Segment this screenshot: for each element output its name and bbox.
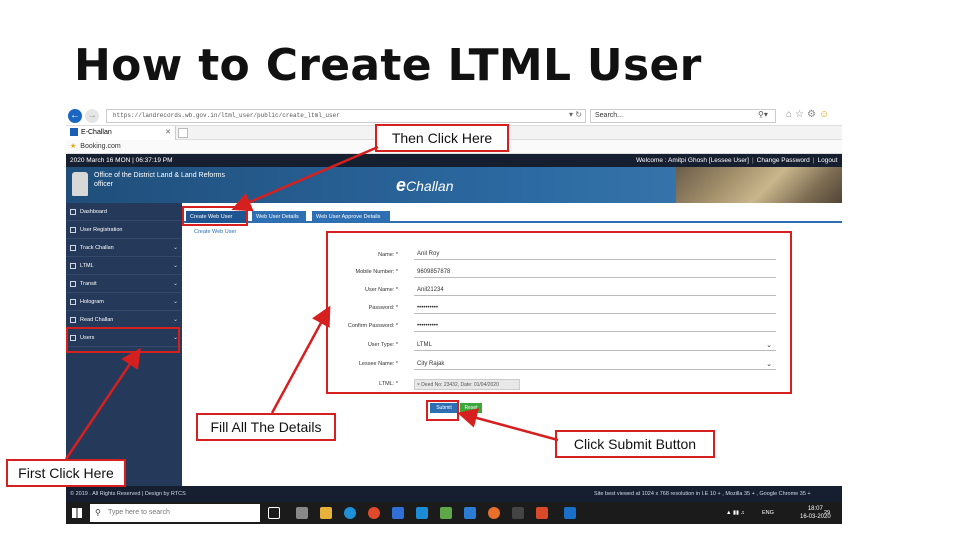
star-icon[interactable]: ☆ — [795, 109, 807, 120]
chevron-down-icon: ⌄ — [172, 281, 178, 287]
sidebar-item-user-registration[interactable]: User Registration — [66, 221, 182, 239]
emblem-icon — [72, 172, 88, 196]
slide-title: How to Create LTML User — [74, 40, 702, 91]
task-view-icon[interactable] — [268, 507, 280, 519]
callout-fill-details: Fill All The Details — [196, 413, 336, 441]
sidebar-item-hologram[interactable]: Hologram ⌄ — [66, 293, 182, 311]
header-banner-image — [676, 167, 842, 203]
annotation-box-tab — [182, 206, 248, 226]
footer-copyright: © 2019 . All Rights Reserved | Design by… — [70, 491, 186, 497]
sidebar-item-ltml[interactable]: LTML ⌄ — [66, 257, 182, 275]
browser-search-input[interactable]: Search... — [590, 109, 776, 123]
sidebar-item-dashboard[interactable]: Dashboard — [66, 203, 182, 221]
site-footer: © 2019 . All Rights Reserved | Design by… — [66, 486, 842, 502]
forward-icon[interactable]: → — [85, 109, 99, 123]
tab-web-user-details[interactable]: Web User Details — [252, 211, 306, 223]
welcome-text: Welcome : Amitpi Ghosh [Lessee User] — [636, 157, 749, 164]
reset-button[interactable]: Reset — [460, 403, 482, 413]
vscode-icon[interactable] — [392, 507, 404, 519]
tab-web-user-approve-details[interactable]: Web User Approve Details — [312, 211, 390, 223]
callout-then-click: Then Click Here — [375, 124, 509, 152]
file-explorer-icon[interactable] — [320, 507, 332, 519]
chevron-down-icon: ⌄ — [172, 299, 178, 305]
search-icon: ⚲ — [95, 508, 101, 517]
tab-favicon-icon — [70, 128, 78, 137]
back-icon[interactable]: ← — [68, 109, 82, 123]
form-caption: Create Web User — [194, 229, 237, 235]
app-icon[interactable] — [512, 507, 524, 519]
browser-tab[interactable]: E-Challan ✕ — [66, 126, 176, 140]
content-tabs: Create Web User Web User Details Web Use… — [182, 211, 842, 223]
windows-start-icon[interactable] — [72, 508, 82, 518]
change-password-link[interactable]: Change Password — [757, 157, 810, 164]
refresh-icon[interactable]: ▾ ↻ — [569, 110, 582, 119]
smiley-icon[interactable]: ☺ — [819, 109, 832, 120]
track-icon — [70, 245, 76, 251]
logout-link[interactable]: Logout — [818, 157, 838, 164]
notification-badge[interactable]: 29 — [824, 509, 830, 517]
new-tab-button[interactable] — [178, 128, 188, 138]
transit-icon — [70, 281, 76, 287]
site-datetime: 2020 March 16 MON | 06:37:19 PM — [70, 157, 173, 164]
firefox-icon[interactable] — [488, 507, 500, 519]
callout-first-click: First Click Here — [6, 459, 126, 487]
chrome-icon[interactable] — [368, 507, 380, 519]
tab-title: E-Challan — [81, 129, 112, 136]
tray-icons[interactable]: ▲ ▮▮ ♫ — [726, 509, 745, 517]
site-welcome: Welcome : Amitpi Ghosh [Lessee User] | Cha… — [636, 157, 838, 164]
chevron-down-icon: ⌄ — [172, 245, 178, 251]
app-icon[interactable] — [296, 507, 308, 519]
ltml-icon — [70, 263, 76, 269]
hologram-icon — [70, 299, 76, 305]
gear-icon[interactable]: ⚙ — [807, 109, 819, 120]
edge-icon[interactable] — [344, 507, 356, 519]
site-header: Office of the District Land & Land Refor… — [66, 167, 842, 203]
annotation-box-users — [66, 327, 180, 353]
dashboard-icon — [70, 209, 76, 215]
favorites-star-icon[interactable]: ★ — [70, 143, 76, 150]
url-field[interactable]: https://landrecords.wb.gov.in/ltml_user/… — [106, 109, 586, 123]
ie-icon[interactable] — [564, 507, 576, 519]
app-icon[interactable] — [440, 507, 452, 519]
site-top-bar: 2020 March 16 MON | 06:37:19 PM Welcome … — [66, 154, 842, 167]
user-registration-icon — [70, 227, 76, 233]
word-icon[interactable] — [464, 507, 476, 519]
close-icon[interactable]: ✕ — [165, 126, 171, 140]
windows-taskbar: ⚲ Type here to search ▲ ▮▮ ♫ ENG 18:07 16-… — [66, 502, 842, 524]
annotation-box-submit — [426, 400, 459, 421]
sidebar-item-transit[interactable]: Transit ⌄ — [66, 275, 182, 293]
callout-click-submit: Click Submit Button — [555, 430, 715, 458]
taskbar-search-input[interactable]: ⚲ Type here to search — [90, 504, 260, 522]
app-icon[interactable] — [536, 507, 548, 519]
echallan-logo: eChallan — [396, 175, 454, 195]
app-icon[interactable] — [416, 507, 428, 519]
search-icon[interactable]: ⚲▾ — [758, 110, 768, 119]
footer-note: Site best viewed at 1024 x 768 resolutio… — [594, 491, 811, 497]
home-icon[interactable]: ⌂ — [786, 109, 795, 120]
chevron-down-icon: ⌄ — [172, 263, 178, 269]
office-name: Office of the District Land & Land Refor… — [94, 172, 225, 188]
favorite-link[interactable]: Booking.com — [80, 143, 120, 150]
sidebar-item-track-challan[interactable]: Track Challan ⌄ — [66, 239, 182, 257]
annotation-box-form — [326, 231, 792, 394]
browser-toolbar-icons: ⌂☆⚙☺ — [786, 109, 832, 120]
read-challan-icon — [70, 317, 76, 323]
language-indicator[interactable]: ENG — [762, 509, 774, 517]
slide: How to Create LTML User ← → https://land… — [0, 0, 960, 540]
address-bar-row: ← → https://landrecords.wb.gov.in/ltml_u… — [66, 106, 842, 126]
